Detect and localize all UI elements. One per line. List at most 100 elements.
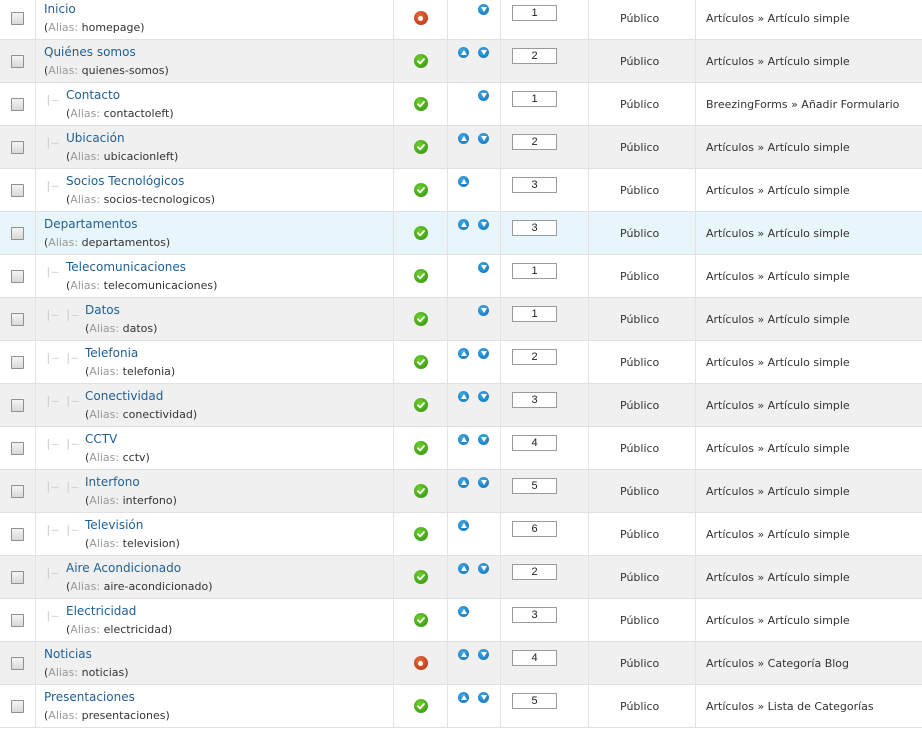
- check-circle-icon[interactable]: [413, 398, 428, 413]
- menu-item-title[interactable]: Presentaciones: [44, 689, 393, 706]
- check-circle-icon[interactable]: [413, 699, 428, 714]
- row-checkbox[interactable]: [11, 98, 24, 111]
- order-input[interactable]: [512, 478, 557, 494]
- check-circle-icon[interactable]: [413, 312, 428, 327]
- menu-item-title[interactable]: Telecomunicaciones: [66, 259, 393, 276]
- check-circle-icon[interactable]: [413, 613, 428, 628]
- row-checkbox[interactable]: [11, 614, 24, 627]
- menu-item-title[interactable]: Televisión: [85, 517, 393, 534]
- row-checkbox[interactable]: [11, 700, 24, 713]
- row-checkbox[interactable]: [11, 399, 24, 412]
- arrow-down-icon[interactable]: [478, 692, 489, 703]
- row-checkbox[interactable]: [11, 528, 24, 541]
- menu-item-title[interactable]: Aire Acondicionado: [66, 560, 393, 577]
- arrow-up-icon[interactable]: [458, 47, 469, 58]
- order-input[interactable]: [512, 48, 557, 64]
- arrow-up-icon[interactable]: [458, 219, 469, 230]
- arrow-down-icon[interactable]: [478, 262, 489, 273]
- row-checkbox[interactable]: [11, 313, 24, 326]
- arrow-down-icon[interactable]: [478, 90, 489, 101]
- check-circle-icon[interactable]: [413, 140, 428, 155]
- order-input[interactable]: [512, 5, 557, 21]
- home-default-icon[interactable]: [413, 11, 428, 26]
- table-row: |— Contacto (Alias: contactoleft) Públic…: [0, 82, 922, 126]
- arrow-up-icon[interactable]: [458, 477, 469, 488]
- order-input[interactable]: [512, 91, 557, 107]
- arrow-down-icon[interactable]: [478, 133, 489, 144]
- check-circle-icon[interactable]: [413, 226, 428, 241]
- row-checkbox[interactable]: [11, 184, 24, 197]
- menu-item-title[interactable]: Noticias: [44, 646, 393, 663]
- menu-item-title[interactable]: CCTV: [85, 431, 393, 448]
- menu-item-title[interactable]: Departamentos: [44, 216, 393, 233]
- arrow-down-icon[interactable]: [478, 348, 489, 359]
- arrow-down-icon[interactable]: [478, 563, 489, 574]
- arrow-up-icon[interactable]: [458, 563, 469, 574]
- table-row: Departamentos (Alias: departamentos) Púb…: [0, 211, 922, 255]
- menu-item-title[interactable]: Telefonia: [85, 345, 393, 362]
- row-checkbox[interactable]: [11, 227, 24, 240]
- arrow-up-icon[interactable]: [458, 692, 469, 703]
- title-wrap: |— |— Televisión (Alias: television): [36, 517, 393, 552]
- order-input[interactable]: [512, 392, 557, 408]
- menu-item-title[interactable]: Ubicación: [66, 130, 393, 147]
- order-input[interactable]: [512, 607, 557, 623]
- arrow-down-icon[interactable]: [478, 4, 489, 15]
- arrow-down-icon[interactable]: [478, 434, 489, 445]
- check-circle-icon[interactable]: [413, 527, 428, 542]
- arrow-down-icon[interactable]: [478, 477, 489, 488]
- check-circle-icon[interactable]: [413, 183, 428, 198]
- order-input[interactable]: [512, 349, 557, 365]
- home-default-icon[interactable]: [413, 656, 428, 671]
- arrow-down-icon[interactable]: [478, 219, 489, 230]
- arrow-down-icon[interactable]: [478, 649, 489, 660]
- check-circle-icon[interactable]: [413, 570, 428, 585]
- row-checkbox[interactable]: [11, 12, 24, 25]
- order-input[interactable]: [512, 134, 557, 150]
- row-checkbox[interactable]: [11, 55, 24, 68]
- menu-item-title[interactable]: Socios Tecnológicos: [66, 173, 393, 190]
- arrow-up-icon[interactable]: [458, 391, 469, 402]
- order-input[interactable]: [512, 435, 557, 451]
- menu-item-title[interactable]: Interfono: [85, 474, 393, 491]
- arrow-down-icon[interactable]: [478, 305, 489, 316]
- tree-indent-marks: |—: [45, 264, 59, 278]
- row-checkbox[interactable]: [11, 485, 24, 498]
- row-checkbox[interactable]: [11, 571, 24, 584]
- menu-item-title[interactable]: Inicio: [44, 1, 393, 18]
- row-checkbox[interactable]: [11, 270, 24, 283]
- arrow-up-icon[interactable]: [458, 348, 469, 359]
- order-input[interactable]: [512, 693, 557, 709]
- menu-item-title[interactable]: Datos: [85, 302, 393, 319]
- order-input[interactable]: [512, 220, 557, 236]
- order-input[interactable]: [512, 650, 557, 666]
- arrow-down-icon[interactable]: [478, 391, 489, 402]
- row-checkbox[interactable]: [11, 356, 24, 369]
- arrow-up-icon[interactable]: [458, 176, 469, 187]
- menu-item-title[interactable]: Quiénes somos: [44, 44, 393, 61]
- order-input[interactable]: [512, 177, 557, 193]
- arrow-up-icon[interactable]: [458, 606, 469, 617]
- arrow-down-icon[interactable]: [478, 47, 489, 58]
- row-checkbox[interactable]: [11, 141, 24, 154]
- check-circle-icon[interactable]: [413, 441, 428, 456]
- check-circle-icon[interactable]: [413, 54, 428, 69]
- check-circle-icon[interactable]: [413, 97, 428, 112]
- row-checkbox[interactable]: [11, 657, 24, 670]
- arrow-up-icon[interactable]: [458, 434, 469, 445]
- check-circle-icon[interactable]: [413, 484, 428, 499]
- order-input[interactable]: [512, 263, 557, 279]
- menu-item-title[interactable]: Contacto: [66, 87, 393, 104]
- title-wrap: |— |— CCTV (Alias: cctv): [36, 431, 393, 466]
- menu-item-title[interactable]: Conectividad: [85, 388, 393, 405]
- arrow-up-icon[interactable]: [458, 133, 469, 144]
- order-input[interactable]: [512, 306, 557, 322]
- menu-item-title[interactable]: Electricidad: [66, 603, 393, 620]
- order-input[interactable]: [512, 521, 557, 537]
- row-checkbox[interactable]: [11, 442, 24, 455]
- order-input[interactable]: [512, 564, 557, 580]
- check-circle-icon[interactable]: [413, 355, 428, 370]
- arrow-up-icon[interactable]: [458, 520, 469, 531]
- arrow-up-icon[interactable]: [458, 649, 469, 660]
- check-circle-icon[interactable]: [413, 269, 428, 284]
